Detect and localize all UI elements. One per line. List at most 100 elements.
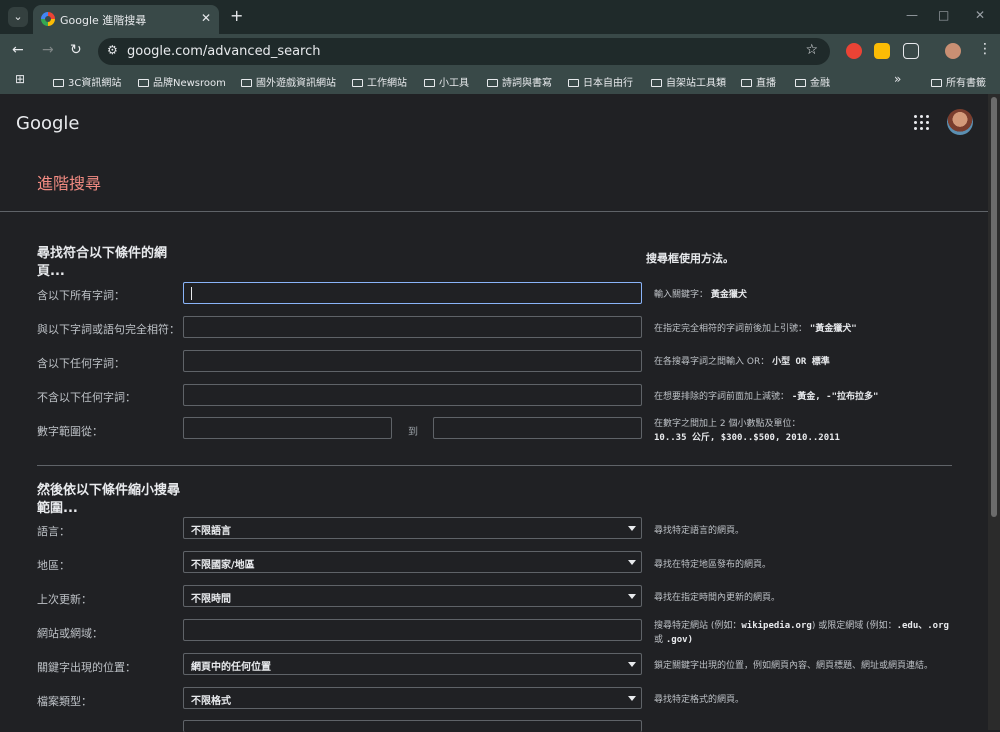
any-words-help: 在各搜尋字詞之間輸入 OR： 小型 OR 標準: [654, 357, 830, 367]
close-tab-icon[interactable]: ✕: [201, 11, 211, 25]
extension-yellow-icon[interactable]: [874, 43, 890, 59]
dropdown-arrow-icon: [628, 526, 636, 531]
bookmarks-bar: ⊞ 3C資訊網站 品牌Newsroom 國外遊戲資訊網站 工作網站 小工具 詩詞…: [0, 68, 1000, 94]
bookmark-folder[interactable]: 小工具: [424, 74, 469, 89]
find-pages-heading: 尋找符合以下條件的網頁...: [37, 246, 168, 279]
language-select[interactable]: 不限語言: [183, 517, 642, 539]
profile-avatar-icon[interactable]: [945, 43, 961, 59]
folder-icon: [651, 79, 662, 87]
close-window-icon[interactable]: ✕: [975, 8, 985, 22]
folder-icon: [795, 79, 806, 87]
any-words-input[interactable]: [183, 350, 642, 372]
bookmarks-overflow-icon[interactable]: »: [894, 72, 901, 86]
exact-phrase-input[interactable]: [183, 316, 642, 338]
dropdown-arrow-icon: [628, 662, 636, 667]
folder-icon: [352, 79, 363, 87]
bookmark-folder[interactable]: 品牌Newsroom: [138, 74, 226, 89]
all-bookmarks-folder[interactable]: 所有書籤: [931, 74, 986, 89]
new-tab-button[interactable]: +: [230, 6, 243, 25]
dropdown-arrow-icon: [628, 560, 636, 565]
header-divider: [0, 211, 988, 212]
reload-icon[interactable]: ↻: [70, 42, 82, 58]
scrollbar-thumb[interactable]: [991, 97, 997, 517]
number-range-to-input[interactable]: [433, 417, 642, 439]
google-favicon-icon: [41, 12, 55, 26]
language-label: 語言：: [37, 525, 70, 538]
term-location-label: 關鍵字出現的位置：: [37, 661, 136, 674]
page-title: 進階搜尋: [37, 174, 102, 193]
folder-icon: [487, 79, 498, 87]
page-content: Google 進階搜尋 尋找符合以下條件的網頁... 搜尋框使用方法。 含以下所…: [0, 94, 988, 732]
url-text: google.com/advanced_search: [127, 44, 321, 59]
language-help: 尋找特定語言的網頁。: [654, 526, 745, 536]
dropdown-arrow-icon: [628, 696, 636, 701]
region-select[interactable]: 不限國家/地區: [183, 551, 642, 573]
bookmark-folder[interactable]: 工作網站: [352, 74, 407, 89]
bookmark-folder[interactable]: 詩詞與書寫: [487, 74, 552, 89]
term-location-select[interactable]: 網頁中的任何位置: [183, 653, 642, 675]
folder-icon: [138, 79, 149, 87]
back-arrow-icon[interactable]: ←: [12, 42, 24, 58]
number-range-to-label: 到: [408, 427, 418, 438]
bookmark-folder[interactable]: 金融: [795, 74, 830, 89]
bookmark-folder[interactable]: 3C資訊網站: [53, 74, 121, 89]
page-scrollbar[interactable]: [988, 94, 1000, 730]
site-domain-help: 搜尋特定網站 (例如：wikipedia.org) 或限定網域 (例如：.edu…: [654, 621, 949, 645]
site-domain-input[interactable]: [183, 619, 642, 641]
file-type-label: 檔案類型：: [37, 695, 92, 708]
tab-search-button[interactable]: ⌄: [8, 7, 28, 27]
none-words-label: 不含以下任何字詞：: [37, 391, 136, 404]
number-range-label: 數字範圍從：: [37, 425, 103, 438]
all-words-input[interactable]: [183, 282, 642, 304]
usage-rights-select[interactable]: [183, 720, 642, 732]
extension-red-icon[interactable]: [846, 43, 862, 59]
maximize-icon[interactable]: □: [938, 8, 949, 22]
google-apps-icon[interactable]: [914, 115, 929, 130]
region-help: 尋找在特定地區發布的網頁。: [654, 560, 772, 570]
exact-phrase-help: 在指定完全相符的字詞前後加上引號： "黃金獵犬": [654, 324, 857, 334]
number-range-help: 在數字之間加上 2 個小數點及單位： 10..35 公斤, $300..$500,…: [654, 419, 840, 443]
narrow-results-heading: 然後依以下條件縮小搜尋範圍...: [37, 483, 181, 516]
active-tab[interactable]: Google 進階搜尋 ✕: [33, 5, 219, 34]
term-location-help: 鎖定關鍵字出現的位置，例如網頁內容、網頁標題、網址或網頁連結。: [654, 661, 934, 671]
tab-strip: ⌄ Google 進階搜尋 ✕ + — □ ✕: [0, 0, 1000, 34]
forward-arrow-icon[interactable]: →: [42, 42, 54, 58]
search-help-title: 搜尋框使用方法。: [646, 252, 734, 265]
all-words-label: 含以下所有字詞：: [37, 289, 125, 302]
all-words-help: 輸入關鍵字： 黃金獵犬: [654, 290, 747, 300]
minimize-icon[interactable]: —: [906, 8, 918, 22]
browser-toolbar: ← → ↻ ⚙ google.com/advanced_search ☆ ⋮: [0, 34, 1000, 68]
tab-title: Google 進階搜尋: [60, 14, 147, 27]
menu-kebab-icon[interactable]: ⋮: [978, 41, 992, 57]
none-words-input[interactable]: [183, 384, 642, 406]
bookmark-folder[interactable]: 日本自由行: [568, 74, 633, 89]
bookmark-folder[interactable]: 國外遊戲資訊網站: [241, 74, 336, 89]
exact-phrase-label: 與以下字詞或語句完全相符：: [37, 323, 180, 336]
folder-icon: [241, 79, 252, 87]
folder-icon: [931, 79, 942, 87]
account-avatar[interactable]: [947, 109, 973, 135]
none-words-help: 在想要排除的字詞前面加上減號： -黃金, -"拉布拉多": [654, 392, 879, 402]
number-range-from-input[interactable]: [183, 417, 392, 439]
last-update-label: 上次更新：: [37, 593, 92, 606]
bookmark-star-icon[interactable]: ☆: [805, 42, 818, 58]
last-update-select[interactable]: 不限時間: [183, 585, 642, 607]
dropdown-arrow-icon: [628, 594, 636, 599]
bookmark-folder[interactable]: 直播: [741, 74, 776, 89]
region-label: 地區：: [37, 559, 70, 572]
folder-icon: [568, 79, 579, 87]
address-bar[interactable]: ⚙ google.com/advanced_search ☆: [98, 38, 830, 65]
file-type-help: 尋找特定格式的網頁。: [654, 695, 745, 705]
folder-icon: [741, 79, 752, 87]
site-domain-label: 網站或網域：: [37, 627, 103, 640]
folder-icon: [424, 79, 435, 87]
extensions-puzzle-icon[interactable]: [903, 43, 919, 59]
section-divider: [37, 465, 952, 466]
site-info-icon[interactable]: ⚙: [107, 43, 118, 57]
apps-grid-icon[interactable]: ⊞: [15, 72, 25, 86]
last-update-help: 尋找在指定時間內更新的網頁。: [654, 593, 781, 603]
google-logo[interactable]: Google: [16, 113, 79, 134]
file-type-select[interactable]: 不限格式: [183, 687, 642, 709]
folder-icon: [53, 79, 64, 87]
bookmark-folder[interactable]: 自架站工具類: [651, 74, 726, 89]
